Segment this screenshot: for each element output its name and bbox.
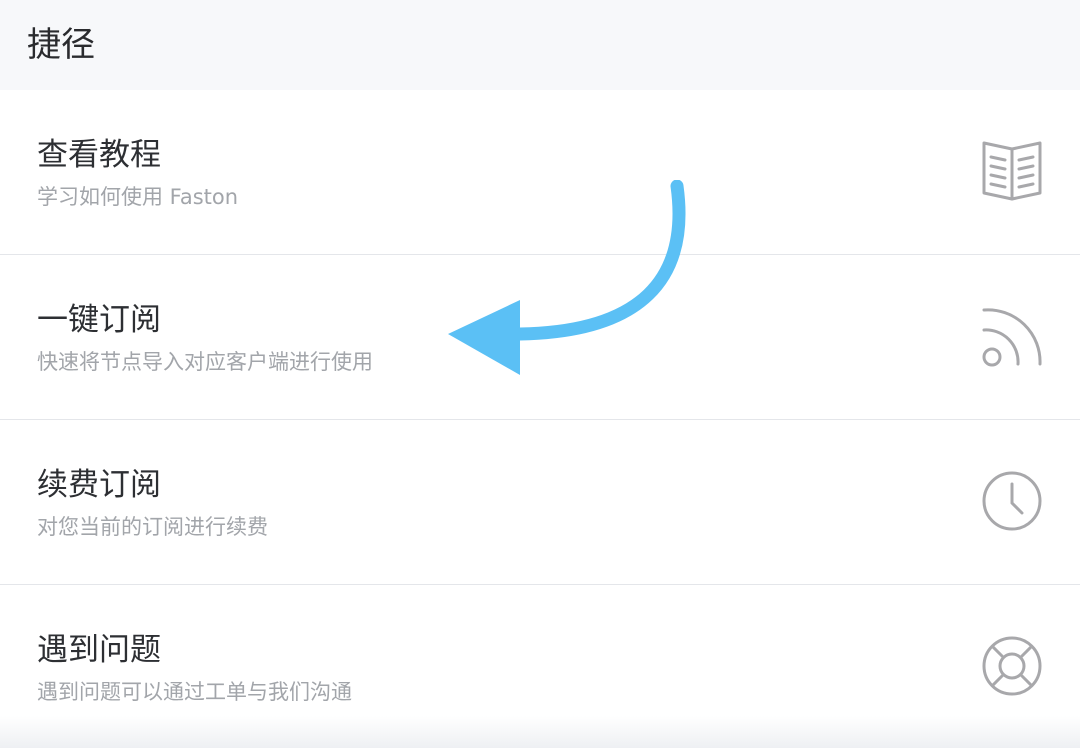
item-title: 续费订阅 (37, 467, 161, 503)
shortcut-item-subscribe[interactable]: 一键订阅 快速将节点导入对应客户端进行使用 (0, 255, 1080, 420)
shortcut-list: 查看教程 学习如何使用 Faston 一键订阅 快速将节点导入对应客户端进行使用 (0, 90, 1080, 750)
item-title: 查看教程 (37, 137, 161, 173)
lifebuoy-icon (978, 632, 1046, 700)
item-subtitle: 遇到问题可以通过工单与我们沟通 (37, 680, 352, 704)
item-title: 遇到问题 (37, 632, 161, 668)
rss-icon (978, 302, 1046, 370)
book-icon (978, 137, 1046, 205)
item-subtitle: 快速将节点导入对应客户端进行使用 (37, 350, 373, 374)
item-title: 一键订阅 (37, 302, 161, 338)
shortcut-item-help[interactable]: 遇到问题 遇到问题可以通过工单与我们沟通 (0, 585, 1080, 750)
clock-icon (978, 467, 1046, 535)
item-subtitle: 学习如何使用 Faston (37, 185, 239, 209)
shortcut-item-tutorial[interactable]: 查看教程 学习如何使用 Faston (0, 90, 1080, 255)
item-subtitle: 对您当前的订阅进行续费 (37, 515, 268, 539)
section-title: 捷径 (27, 25, 95, 65)
shortcuts-header: 捷径 (0, 0, 1080, 90)
shortcut-item-renew[interactable]: 续费订阅 对您当前的订阅进行续费 (0, 420, 1080, 585)
